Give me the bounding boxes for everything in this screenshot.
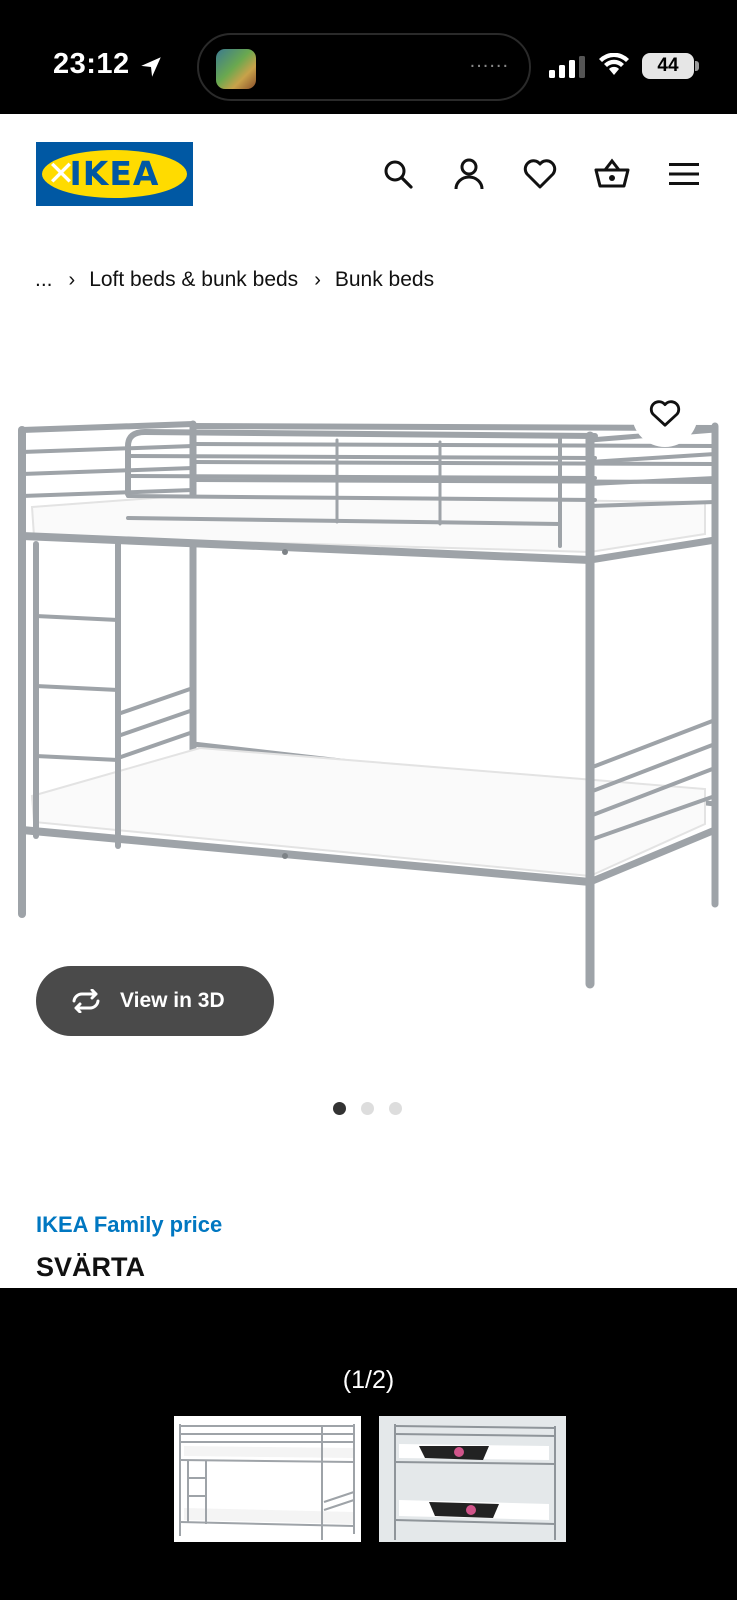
image-counter: (1/2) <box>342 1366 395 1394</box>
bunk-bed-room-thumbnail-image <box>379 1416 566 1542</box>
status-bar: 23:12 ...... 44 <box>0 0 737 114</box>
add-to-favourites-button[interactable] <box>632 381 698 447</box>
view-in-3d-label: View in 3D <box>120 989 225 1012</box>
battery-indicator: 44 <box>642 53 694 79</box>
rotate-3d-icon <box>72 989 100 1013</box>
status-time: 23:12 <box>53 48 130 80</box>
image-viewer-overlay: (1/2) <box>0 1288 737 1600</box>
product-page: IKEA ✕ ... › Loft beds & bunk beds › Bun… <box>0 114 737 1288</box>
profile-icon[interactable] <box>451 156 487 192</box>
cellular-signal-icon <box>549 56 585 78</box>
carousel-dot[interactable] <box>361 1102 374 1115</box>
thumbnail-1[interactable] <box>174 1416 361 1542</box>
view-in-3d-button[interactable]: View in 3D <box>36 966 274 1036</box>
heart-icon[interactable] <box>522 156 558 192</box>
island-dots: ...... <box>469 50 509 72</box>
menu-icon[interactable] <box>666 156 702 192</box>
breadcrumb-ellipsis[interactable]: ... <box>35 268 53 292</box>
carousel-dot[interactable] <box>333 1102 346 1115</box>
thumbnail-2[interactable] <box>379 1416 566 1542</box>
product-image[interactable] <box>0 384 737 1024</box>
now-playing-thumbnail <box>216 49 256 89</box>
wifi-icon <box>599 53 629 75</box>
breadcrumb: ... › Loft beds & bunk beds › Bunk beds <box>35 268 434 292</box>
dynamic-island[interactable]: ...... <box>197 33 531 101</box>
product-name: SVÄRTA <box>36 1252 146 1282</box>
bunk-bed-thumbnail-image <box>179 1424 355 1540</box>
search-icon[interactable] <box>380 156 416 192</box>
basket-icon[interactable] <box>594 156 630 192</box>
breadcrumb-item-loft-bunk-beds[interactable]: Loft beds & bunk beds <box>89 268 298 292</box>
carousel-dots <box>333 1102 402 1115</box>
family-price-label: IKEA Family price <box>36 1212 223 1237</box>
heart-icon <box>649 400 681 427</box>
ikea-logo[interactable]: IKEA ✕ <box>36 142 193 206</box>
carousel-dot[interactable] <box>389 1102 402 1115</box>
battery-tip <box>695 61 699 71</box>
location-arrow-icon <box>141 57 161 77</box>
close-icon[interactable]: ✕ <box>46 157 76 191</box>
chevron-right-icon: › <box>314 268 321 291</box>
chevron-right-icon: › <box>68 268 76 291</box>
breadcrumb-item-bunk-beds[interactable]: Bunk beds <box>335 268 434 292</box>
